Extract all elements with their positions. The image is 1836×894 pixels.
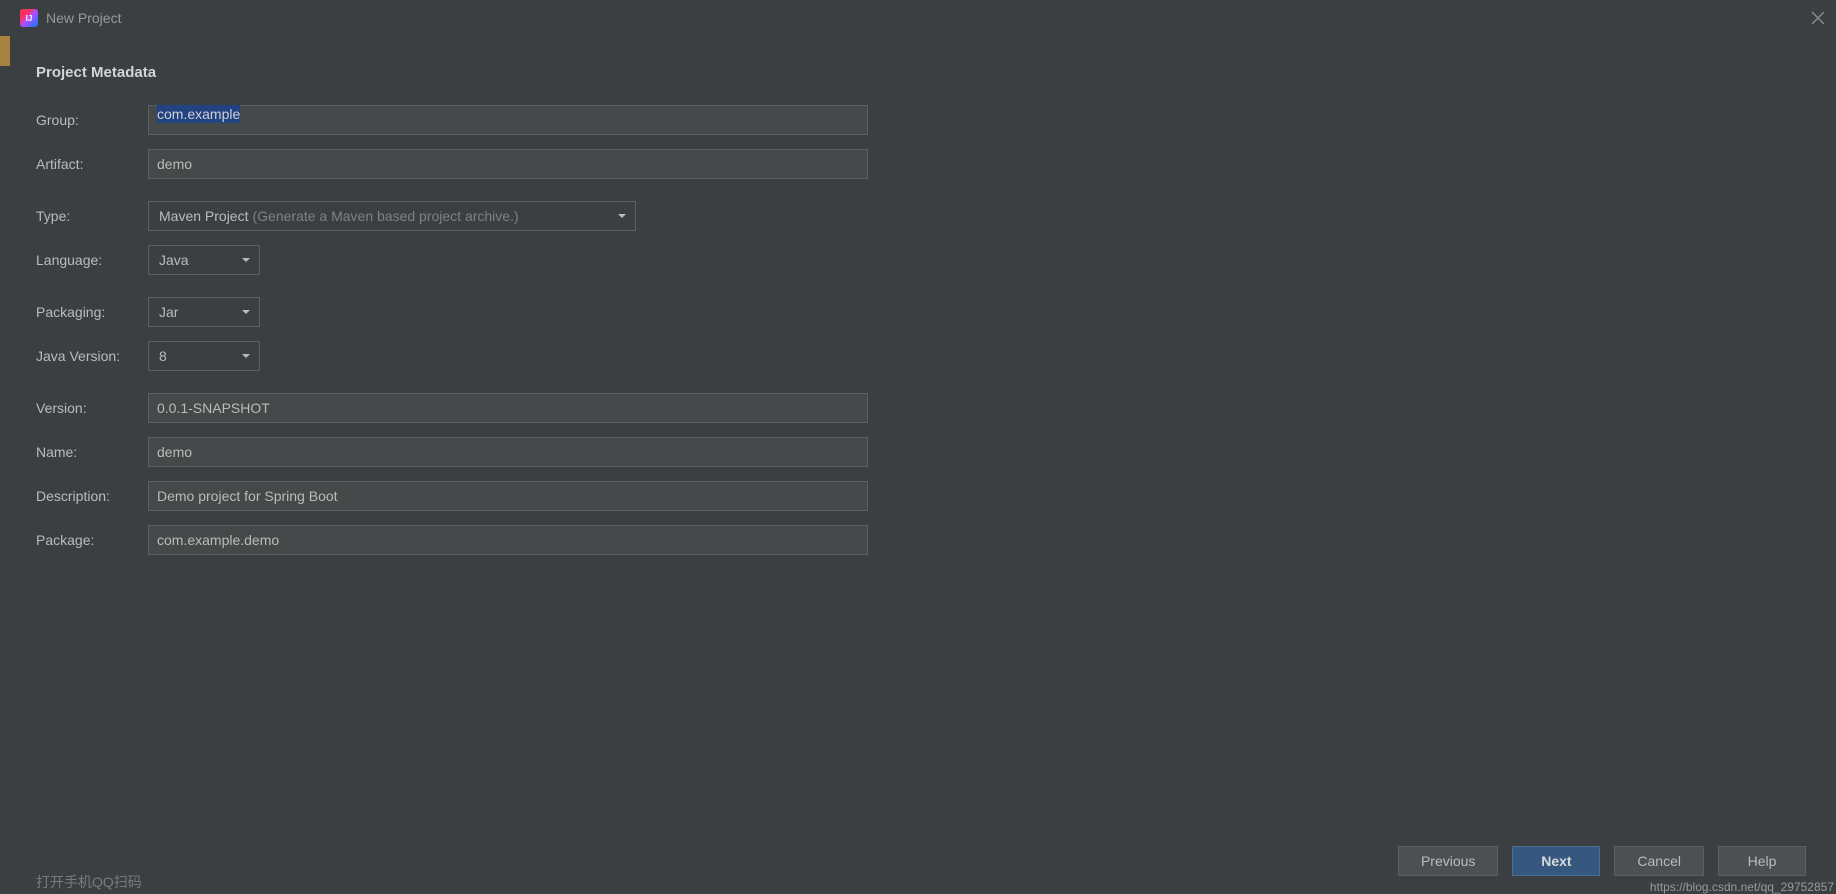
group-input-selection: com.example	[157, 105, 240, 123]
label-description: Description:	[36, 488, 148, 504]
label-artifact: Artifact:	[36, 156, 148, 172]
chevron-down-icon	[241, 348, 251, 364]
watermark-text: https://blog.csdn.net/qq_29752857	[1650, 880, 1834, 894]
row-description: Description:	[36, 481, 1800, 511]
titlebar: IJ New Project	[0, 0, 1836, 36]
description-input[interactable]	[148, 481, 868, 511]
intellij-icon: IJ	[20, 9, 38, 27]
type-dropdown-hint: (Generate a Maven based project archive.…	[252, 208, 518, 224]
label-package: Package:	[36, 532, 148, 548]
left-margin-indicator	[0, 36, 10, 66]
java-version-dropdown[interactable]: 8	[148, 341, 260, 371]
row-artifact: Artifact:	[36, 149, 1800, 179]
language-dropdown[interactable]: Java	[148, 245, 260, 275]
row-group: Group: com.example	[36, 105, 1800, 135]
previous-button[interactable]: Previous	[1398, 846, 1498, 876]
language-dropdown-value: Java	[159, 252, 189, 268]
artifact-input[interactable]	[148, 149, 868, 179]
package-input[interactable]	[148, 525, 868, 555]
row-name: Name:	[36, 437, 1800, 467]
version-input[interactable]	[148, 393, 868, 423]
label-java-version: Java Version:	[36, 348, 148, 364]
row-version: Version:	[36, 393, 1800, 423]
label-language: Language:	[36, 252, 148, 268]
row-package: Package:	[36, 525, 1800, 555]
help-button[interactable]: Help	[1718, 846, 1806, 876]
dialog-body: Project Metadata Group: com.example Arti…	[0, 36, 1836, 639]
java-version-dropdown-value: 8	[159, 348, 167, 364]
cancel-button[interactable]: Cancel	[1614, 846, 1704, 876]
label-packaging: Packaging:	[36, 304, 148, 320]
label-version: Version:	[36, 400, 148, 416]
row-language: Language: Java	[36, 245, 1800, 275]
row-packaging: Packaging: Jar	[36, 297, 1800, 327]
label-type: Type:	[36, 208, 148, 224]
group-input[interactable]: com.example	[148, 105, 868, 135]
chevron-down-icon	[241, 304, 251, 320]
chevron-down-icon	[617, 208, 627, 224]
dialog-footer: Previous Next Cancel Help	[1398, 846, 1806, 876]
type-dropdown-value: Maven Project	[159, 208, 248, 224]
close-icon	[1811, 11, 1825, 25]
chevron-down-icon	[241, 252, 251, 268]
packaging-dropdown[interactable]: Jar	[148, 297, 260, 327]
type-dropdown[interactable]: Maven Project (Generate a Maven based pr…	[148, 201, 636, 231]
label-name: Name:	[36, 444, 148, 460]
row-type: Type: Maven Project (Generate a Maven ba…	[36, 201, 1800, 231]
packaging-dropdown-value: Jar	[159, 304, 178, 320]
background-text: 打开手机QQ扫码	[36, 872, 142, 892]
window-title: New Project	[46, 10, 121, 26]
next-button[interactable]: Next	[1512, 846, 1600, 876]
section-title: Project Metadata	[36, 64, 1800, 81]
label-group: Group:	[36, 112, 148, 128]
titlebar-left: IJ New Project	[20, 9, 121, 27]
close-button[interactable]	[1810, 10, 1826, 26]
row-java-version: Java Version: 8	[36, 341, 1800, 371]
name-input[interactable]	[148, 437, 868, 467]
